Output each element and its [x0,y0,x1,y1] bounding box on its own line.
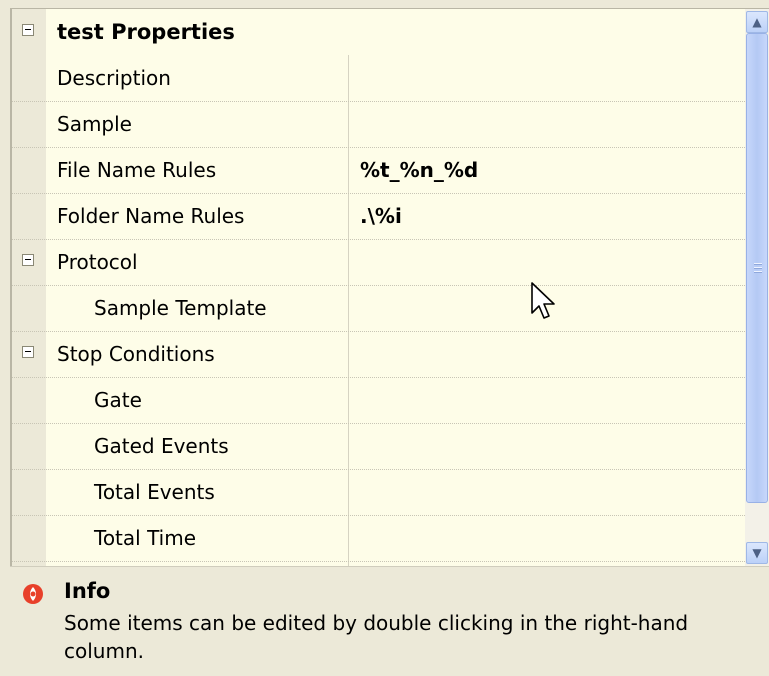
property-name: Total Time [94,526,197,550]
collapse-icon[interactable] [22,24,34,36]
grip-line [754,263,762,264]
property-name: Description [57,66,171,90]
info-icon [23,584,43,604]
scrollbar-thumb[interactable] [746,33,768,503]
chevron-down-icon: ▼ [752,546,762,560]
property-name: Sample Template [94,296,267,320]
property-row-stop-conditions[interactable]: Stop Conditions [12,331,747,378]
property-panel: test Properties Description Sample File … [10,8,769,676]
property-row-description[interactable]: Description [12,55,747,102]
property-name: Sample [57,112,132,136]
property-name: Total Events [94,480,215,504]
info-description: Some items can be edited by double click… [64,611,689,663]
property-row-file-name-rules[interactable]: File Name Rules %t_%n_%d [12,147,747,194]
property-value[interactable]: %t_%n_%d [360,147,478,193]
property-name: Protocol [57,250,138,274]
grip-line [754,271,762,272]
chevron-up-icon: ▲ [752,15,762,29]
property-row-folder-name-rules[interactable]: Folder Name Rules .\%i [12,193,747,240]
collapse-icon[interactable] [22,346,34,358]
category-row-test-properties[interactable]: test Properties [12,9,747,55]
mouse-pointer-icon [531,282,555,319]
property-row-protocol[interactable]: Protocol [12,239,747,286]
property-row-gate[interactable]: Gate [12,377,747,424]
category-label: test Properties [57,20,235,44]
info-panel: Info Some items can be edited by double … [10,566,769,676]
property-row-total-events[interactable]: Total Events [12,469,747,516]
scroll-up-button[interactable]: ▲ [746,11,768,33]
property-row-gated-events[interactable]: Gated Events [12,423,747,470]
property-name: File Name Rules [57,158,217,182]
grip-line [754,267,762,268]
property-row-sample-template[interactable]: Sample Template [12,285,747,332]
property-row-sample[interactable]: Sample [12,101,747,148]
scroll-down-button[interactable]: ▼ [746,542,768,564]
property-name: Stop Conditions [57,342,215,366]
property-grid: test Properties Description Sample File … [10,8,747,566]
vertical-scrollbar[interactable]: ▲ ▼ [745,8,769,566]
property-row-total-time[interactable]: Total Time [12,515,747,562]
info-title: Info [64,579,111,603]
property-name: Gated Events [94,434,229,458]
collapse-icon[interactable] [22,254,34,266]
property-name: Folder Name Rules [57,204,245,228]
property-name: Gate [94,388,142,412]
property-value[interactable]: .\%i [360,193,402,239]
